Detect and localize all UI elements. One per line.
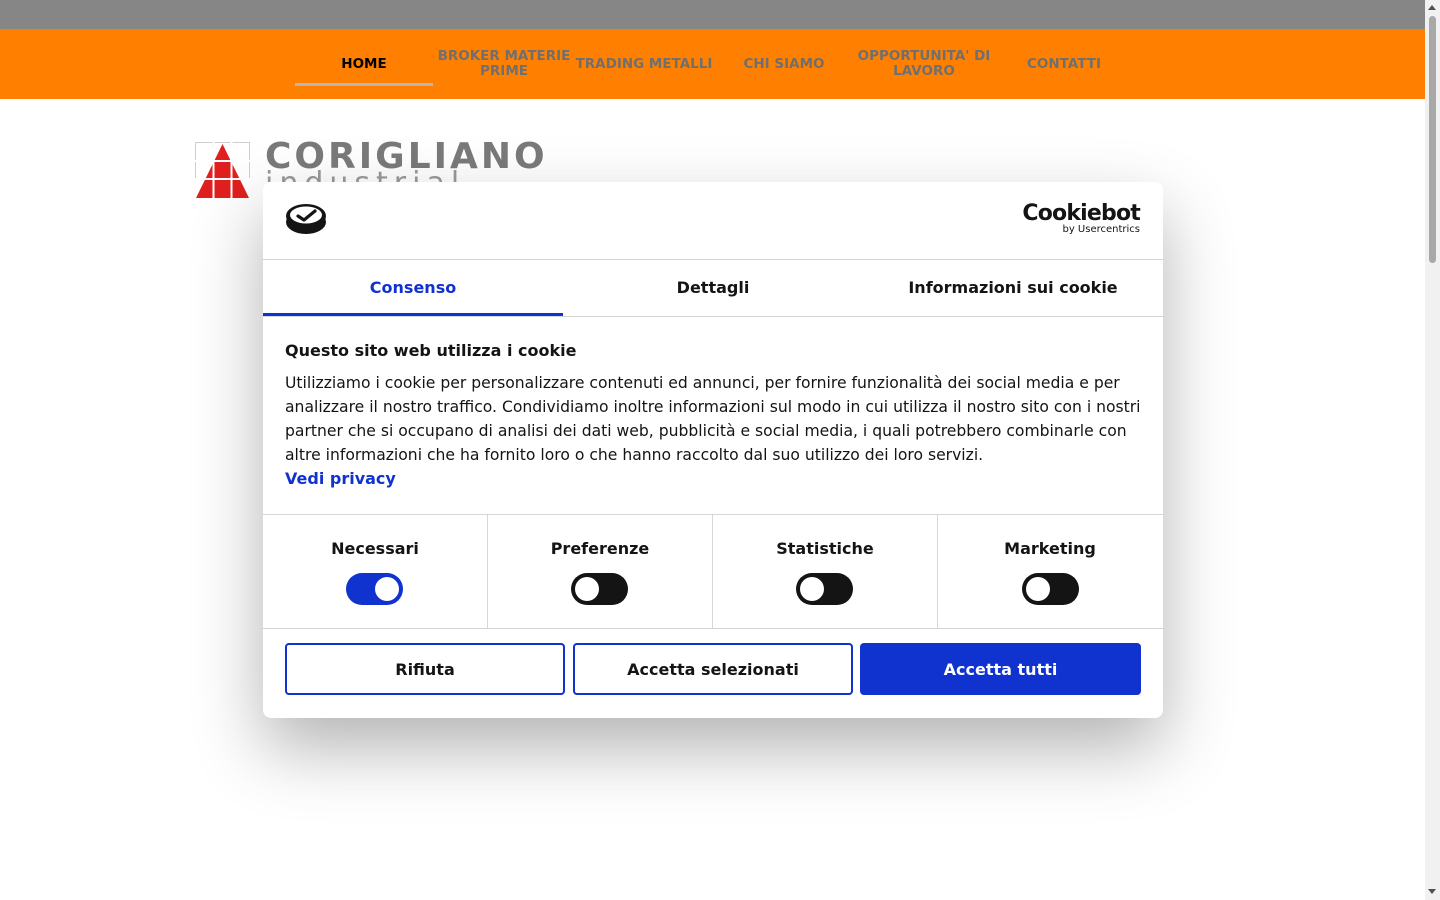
privacy-link[interactable]: Vedi privacy — [285, 467, 396, 491]
toggle-label: Marketing — [1004, 539, 1096, 558]
cookie-logo-icon — [286, 204, 326, 234]
consent-body: Utilizziamo i cookie per personalizzare … — [285, 371, 1141, 491]
nav-label: OPPORTUNITA' DI — [857, 48, 991, 64]
logo-subtitle: industrial — [265, 166, 465, 182]
tab-consenso[interactable]: Consenso — [263, 259, 563, 316]
toggle-necessari: Necessari — [263, 515, 488, 628]
toggle-preferenze: Preferenze — [488, 515, 713, 628]
toggle-label: Necessari — [331, 539, 419, 558]
nav-item-trading-metalli[interactable]: TRADING METALLI — [574, 29, 714, 99]
nav-item-contatti[interactable]: CONTATTI — [994, 29, 1134, 99]
switch-knob — [800, 577, 824, 601]
cookiebot-brand-sub: by Usercentrics — [1062, 224, 1140, 235]
dialog-header: Cookiebot by Usercentrics — [263, 182, 1163, 260]
nav-label: HOME — [341, 55, 387, 72]
nav-item-opportunita-di-lavoro[interactable]: OPPORTUNITA' DI LAVORO — [854, 29, 994, 99]
nav-active-underline — [295, 83, 433, 86]
consent-content: Questo sito web utilizza i cookie Utiliz… — [285, 340, 1141, 491]
scroll-down-icon[interactable] — [1428, 889, 1436, 894]
page: HOME BROKER MATERIE PRIME TRADING METALLI… — [0, 0, 1425, 900]
dialog-tabs: Consenso Dettagli Informazioni sui cooki… — [263, 259, 1163, 317]
consent-toggles: Necessari Preferenze Statistiche Marketi… — [263, 514, 1163, 629]
nav-label: LAVORO — [893, 63, 955, 79]
cookie-consent-dialog: Cookiebot by Usercentrics Consenso Detta… — [263, 182, 1163, 718]
accept-all-button[interactable]: Accetta tutti — [860, 643, 1141, 695]
toggle-marketing: Marketing — [938, 515, 1162, 628]
nav-label: TRADING METALLI — [575, 55, 713, 72]
main-nav: HOME BROKER MATERIE PRIME TRADING METALLI… — [0, 29, 1425, 99]
statistiche-switch[interactable] — [796, 573, 853, 605]
cookiebot-brand-name: Cookiebot — [1022, 201, 1140, 226]
active-tab-indicator — [263, 313, 563, 316]
nav-label: CHI SIAMO — [743, 55, 825, 72]
switch-knob — [575, 577, 599, 601]
page-scrollbar[interactable] — [1425, 0, 1440, 900]
accept-selected-button[interactable]: Accetta selezionati — [573, 643, 853, 695]
reject-button[interactable]: Rifiuta — [285, 643, 565, 695]
scroll-thumb[interactable] — [1429, 16, 1436, 263]
nav-label: PRIME — [480, 63, 528, 79]
toggle-statistiche: Statistiche — [713, 515, 938, 628]
toggle-label: Statistiche — [776, 539, 874, 558]
toggle-label: Preferenze — [550, 539, 650, 558]
necessari-switch[interactable] — [346, 573, 403, 605]
marketing-switch[interactable] — [1022, 573, 1079, 605]
corigliano-triangle-logo-icon — [195, 142, 251, 200]
scroll-up-icon[interactable] — [1428, 5, 1436, 10]
tab-dettagli[interactable]: Dettagli — [563, 259, 863, 316]
preferenze-switch[interactable] — [571, 573, 628, 605]
nav-label: CONTATTI — [1027, 55, 1101, 72]
switch-knob — [375, 577, 399, 601]
tab-informazioni-sui-cookie[interactable]: Informazioni sui cookie — [863, 259, 1163, 316]
consent-body-text: Utilizziamo i cookie per personalizzare … — [285, 374, 1141, 464]
switch-knob — [1026, 577, 1050, 601]
consent-buttons: Rifiuta Accetta selezionati Accetta tutt… — [285, 643, 1141, 695]
cookiebot-logo[interactable]: Cookiebot by Usercentrics — [1022, 202, 1140, 235]
nav-item-broker-materie-prime[interactable]: BROKER MATERIE PRIME — [434, 29, 574, 99]
consent-title: Questo sito web utilizza i cookie — [285, 341, 577, 360]
nav-item-home[interactable]: HOME — [294, 29, 434, 99]
nav-label: BROKER MATERIE — [437, 48, 571, 64]
nav-item-chi-siamo[interactable]: CHI SIAMO — [714, 29, 854, 99]
top-grey-bar — [0, 0, 1425, 29]
